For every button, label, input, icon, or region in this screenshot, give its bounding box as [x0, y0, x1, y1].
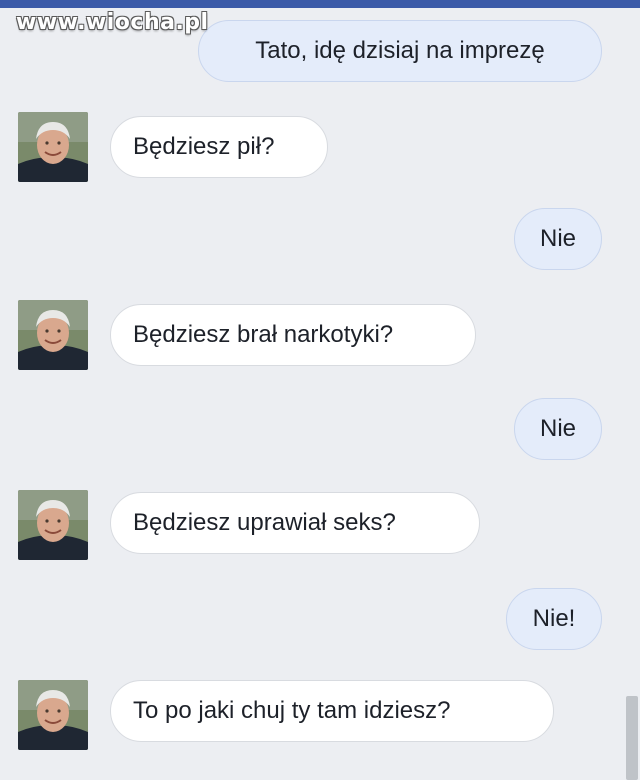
avatar-photo-icon — [18, 112, 88, 182]
avatar[interactable] — [18, 680, 88, 750]
avatar[interactable] — [18, 490, 88, 560]
avatar[interactable] — [18, 300, 88, 370]
avatar-photo-icon — [18, 490, 88, 560]
message-row: Nie! — [0, 588, 620, 650]
avatar[interactable] — [18, 112, 88, 182]
avatar-photo-icon — [18, 680, 88, 750]
message-row: Będziesz uprawiał seks? — [0, 490, 620, 560]
outgoing-message[interactable]: Nie! — [506, 588, 602, 650]
incoming-message[interactable]: To po jaki chuj ty tam idziesz? — [110, 680, 554, 742]
message-row: Będziesz brał narkotyki? — [0, 300, 620, 370]
scrollbar-thumb[interactable] — [626, 696, 638, 780]
outgoing-message[interactable]: Nie — [514, 208, 602, 270]
watermark: www.wiocha.pl — [16, 10, 209, 35]
avatar-photo-icon — [18, 300, 88, 370]
outgoing-message[interactable]: Nie — [514, 398, 602, 460]
message-row: Będziesz pił? — [0, 112, 620, 182]
incoming-message[interactable]: Będziesz brał narkotyki? — [110, 304, 476, 366]
incoming-message[interactable]: Będziesz pił? — [110, 116, 328, 178]
message-row: Nie — [0, 398, 620, 460]
outgoing-message[interactable]: Tato, idę dzisiaj na imprezę — [198, 20, 602, 82]
message-row: To po jaki chuj ty tam idziesz? — [0, 680, 620, 750]
message-row: Nie — [0, 208, 620, 270]
chat-thread: Tato, idę dzisiaj na imprezę Będziesz pi… — [0, 0, 640, 780]
incoming-message[interactable]: Będziesz uprawiał seks? — [110, 492, 480, 554]
